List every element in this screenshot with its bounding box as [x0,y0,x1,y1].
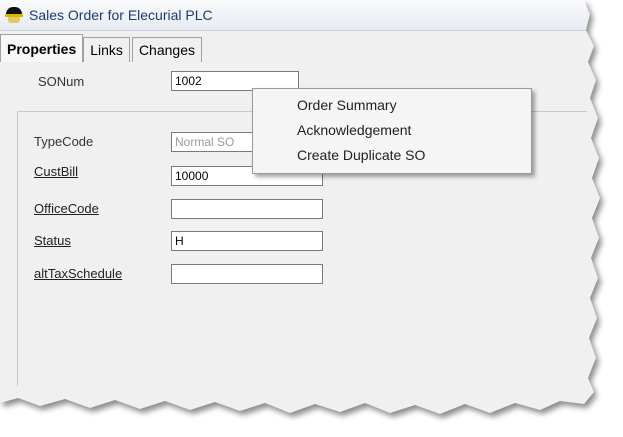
menu-item-create-duplicate-so[interactable]: Create Duplicate SO [297,147,425,163]
tab-strip: Properties Links Changes [0,34,204,62]
typecode-label: TypeCode [34,134,94,149]
menu-item-acknowledgement[interactable]: Acknowledgement [297,122,411,138]
window-body: Sales Order for Elecurial PLC Properties… [0,0,600,414]
status-field[interactable]: H [171,231,323,251]
tab-changes[interactable]: Changes [131,37,202,62]
alttaxschedule-label[interactable]: altTaxSchedule [34,266,122,281]
officecode-field[interactable] [171,199,323,219]
sonum-label: SONum [38,74,85,89]
status-label[interactable]: Status [34,233,71,248]
officecode-label[interactable]: OfficeCode [34,201,99,216]
hat-icon [5,7,23,23]
tab-links[interactable]: Links [83,37,130,62]
context-menu: Order Summary Acknowledgement Create Dup… [252,88,532,174]
title-bar: Sales Order for Elecurial PLC [0,0,586,31]
custbill-label[interactable]: CustBill [34,164,78,179]
menu-item-order-summary[interactable]: Order Summary [297,97,397,113]
alttaxschedule-field[interactable] [171,264,323,284]
group-border-left [17,111,18,386]
sales-order-window: Sales Order for Elecurial PLC Properties… [0,0,623,437]
tab-properties[interactable]: Properties [0,34,84,62]
window-title: Sales Order for Elecurial PLC [29,7,213,23]
